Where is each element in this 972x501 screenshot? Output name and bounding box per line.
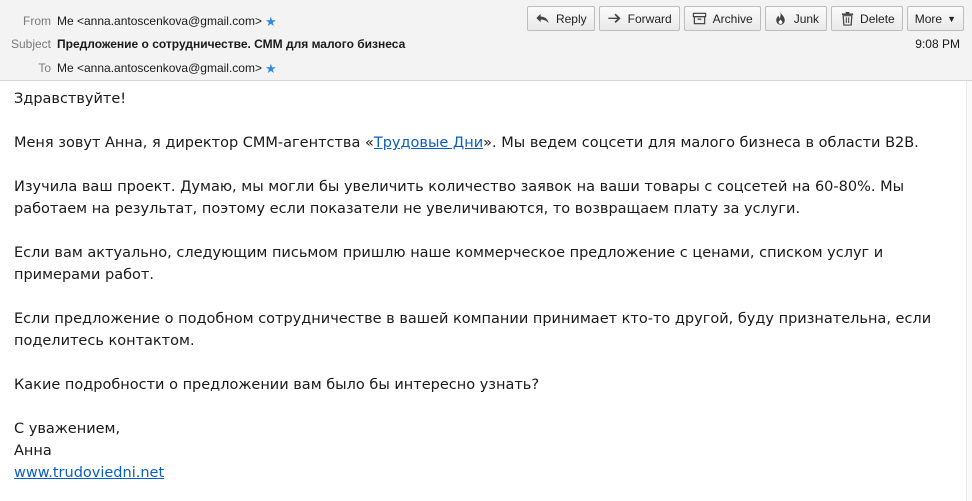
to-label: To (38, 61, 51, 75)
chevron-down-icon: ▼ (947, 13, 956, 24)
message-time: 9:08 PM (915, 37, 960, 51)
subject-label: Subject (10, 37, 51, 51)
message-header: From Me <anna.antoscenkova@gmail.com> ★ … (0, 0, 972, 81)
from-label: From (23, 14, 51, 28)
signature-website: www.trudoviedni.net (14, 462, 958, 484)
reply-button[interactable]: Reply (526, 6, 595, 31)
signature-name: Анна (14, 443, 52, 459)
reply-icon (535, 11, 551, 27)
intro-text-end: ». Мы ведем соцсети для малого бизнеса в… (483, 135, 919, 151)
website-link[interactable]: www.trudoviedni.net (14, 465, 164, 481)
greeting-paragraph: Здравствуйте! (14, 91, 127, 107)
message-toolbar: Reply Forward Archive Junk Delete More ▼ (523, 6, 964, 31)
delete-label: Delete (860, 11, 895, 26)
intro-paragraph: Меня зовут Анна, я директор СММ-агентств… (14, 132, 958, 154)
reply-label: Reply (555, 11, 587, 26)
to-row: To Me <anna.antoscenkova@gmail.com> ★ (0, 58, 277, 78)
more-button[interactable]: More ▼ (906, 6, 964, 31)
closing-line: С уважением, (14, 421, 121, 437)
from-address[interactable]: Me <anna.antoscenkova@gmail.com> (57, 14, 262, 28)
subject-text: Предложение о сотрудничестве. СММ для ма… (57, 37, 406, 51)
archive-icon (692, 11, 708, 27)
star-icon[interactable]: ★ (265, 62, 277, 75)
intro-text-start: Меня зовут Анна, я директор СММ-агентств… (14, 135, 374, 151)
forward-button[interactable]: Forward (598, 6, 680, 31)
email-viewer: From Me <anna.antoscenkova@gmail.com> ★ … (0, 0, 972, 501)
trash-icon (839, 11, 855, 27)
agency-link[interactable]: Трудовые Дни (374, 135, 483, 151)
to-address[interactable]: Me <anna.antoscenkova@gmail.com> (57, 61, 262, 75)
message-body: Здравствуйте! Меня зовут Анна, я директо… (14, 88, 958, 484)
contact-paragraph: Если предложение о подобном сотрудничест… (14, 311, 932, 349)
junk-label: Junk (793, 11, 820, 26)
junk-button[interactable]: Junk (764, 6, 828, 31)
star-icon[interactable]: ★ (265, 15, 277, 28)
scrollbar-track[interactable] (966, 81, 972, 501)
question-paragraph: Какие подробности о предложении вам было… (14, 377, 540, 393)
archive-button[interactable]: Archive (683, 6, 761, 31)
subject-row: Subject Предложение о сотрудничестве. СМ… (0, 34, 405, 54)
forward-label: Forward (627, 11, 672, 26)
delete-button[interactable]: Delete (831, 6, 903, 31)
forward-icon (607, 11, 623, 27)
junk-icon (773, 11, 789, 27)
offer-paragraph: Изучила ваш проект. Думаю, мы могли бы у… (14, 179, 905, 217)
more-label: More (914, 11, 943, 26)
proposal-paragraph: Если вам актуально, следующим письмом пр… (14, 245, 884, 283)
archive-label: Archive (712, 11, 753, 26)
from-row: From Me <anna.antoscenkova@gmail.com> ★ (0, 11, 277, 31)
